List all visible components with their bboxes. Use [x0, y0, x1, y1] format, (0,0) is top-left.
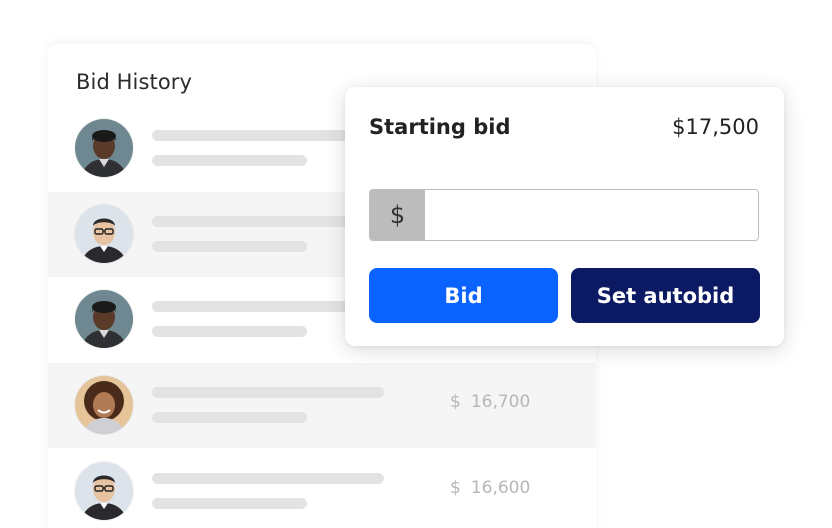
bid-button[interactable]: Bid [369, 268, 558, 323]
placeholder-detail-line [152, 241, 307, 252]
bid-amount-currency: $ [450, 392, 461, 412]
bid-history-row: $16,700 [48, 363, 596, 448]
placeholder-name-line [152, 473, 384, 484]
avatar-man-glasses [75, 462, 133, 520]
placeholder-detail-line [152, 326, 307, 337]
starting-bid-value: $17,500 [672, 115, 759, 139]
bid-history-row: $16,600 [48, 449, 596, 528]
placeholder-name-line [152, 387, 384, 398]
bid-amount-input[interactable] [425, 190, 758, 240]
bid-amount-input-group: $ [369, 189, 759, 241]
avatar-man-dark-skin [75, 119, 133, 177]
starting-bid-label: Starting bid [369, 115, 511, 139]
avatar-woman-curly-hair [75, 376, 133, 434]
placeholder-detail-line [152, 498, 307, 509]
avatar-man-dark-skin [75, 290, 133, 348]
placeholder-detail-line [152, 412, 307, 423]
page: Bid History $ 16,700 $ 16,600 Starting b… [0, 0, 832, 528]
avatar-man-glasses [75, 205, 133, 263]
bid-amount-value: 16,600 [470, 478, 531, 498]
bid-amount-value: 16,700 [470, 392, 531, 412]
bid-amount: $16,700 [450, 392, 530, 412]
bid-panel: Starting bid $17,500 $ Bid Set autobid [345, 87, 784, 346]
set-autobid-button[interactable]: Set autobid [571, 268, 760, 323]
placeholder-detail-line [152, 155, 307, 166]
bid-amount: $16,600 [450, 478, 530, 498]
bid-history-title: Bid History [76, 70, 193, 94]
bid-amount-currency: $ [450, 478, 461, 498]
currency-prefix: $ [370, 190, 425, 240]
